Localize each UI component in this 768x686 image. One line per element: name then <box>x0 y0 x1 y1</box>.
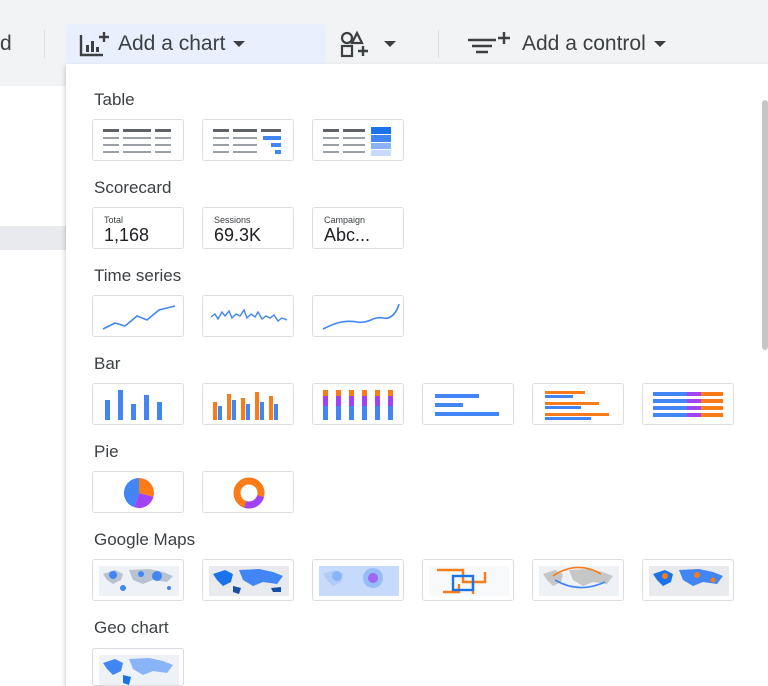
chart-option-time-series[interactable] <box>92 295 184 337</box>
section-geo-chart-title: Geo chart <box>94 618 169 637</box>
stacked-column-icon <box>323 390 393 420</box>
chart-option-sparkline[interactable] <box>202 295 294 337</box>
chart-option-bubble-map[interactable] <box>92 559 184 601</box>
line-map-icon <box>429 566 509 596</box>
connection-map-icon <box>539 566 619 596</box>
scorecard-value: Abc... <box>324 225 371 245</box>
section-bar-title: Bar <box>94 354 121 373</box>
canvas-edge <box>0 86 66 686</box>
table-icon <box>103 129 171 153</box>
chart-option-heatmap-map[interactable] <box>312 559 404 601</box>
filled-map-icon <box>209 566 289 596</box>
combo-map-icon <box>649 566 729 596</box>
grouped-bar-icon <box>545 391 609 420</box>
bubble-map-icon <box>99 566 179 596</box>
chart-option-filled-map[interactable] <box>202 559 294 601</box>
chart-option-line-map[interactable] <box>422 559 514 601</box>
chart-option-table-with-bars[interactable] <box>202 119 294 161</box>
section-scorecard-title: Scorecard <box>94 178 172 197</box>
menu-scrollbar[interactable] <box>762 100 768 350</box>
chart-option-column[interactable] <box>92 383 184 425</box>
canvas-strip <box>0 226 66 250</box>
bar-chart-icon <box>435 394 499 416</box>
partial-label: d <box>0 32 12 55</box>
section-pie-title: Pie <box>94 442 119 461</box>
grouped-column-icon <box>213 392 278 420</box>
toolbar-item-partial[interactable]: d <box>0 24 12 64</box>
chart-option-combo-map[interactable] <box>642 559 734 601</box>
chart-option-grouped-column[interactable] <box>202 383 294 425</box>
chart-option-scorecard-text[interactable]: Campaign Abc... <box>312 207 404 249</box>
chart-option-donut[interactable] <box>202 471 294 513</box>
chart-option-geo-chart[interactable] <box>92 648 184 686</box>
caret-down-icon <box>653 41 666 47</box>
chart-add-icon <box>79 32 109 57</box>
scorecard-label: Campaign <box>324 215 366 225</box>
chart-option-stacked-bar[interactable] <box>642 383 734 425</box>
section-table-title: Table <box>94 90 135 109</box>
chart-option-smoothed-line[interactable] <box>312 295 404 337</box>
table-bars-icon <box>213 129 281 154</box>
community-viz-icon <box>340 30 368 58</box>
pie-chart-icon <box>123 477 155 509</box>
add-chart-menu: Table Scorecard Total 1,168 Sessions 69.… <box>66 64 768 686</box>
section-time-series-title: Time series <box>94 266 182 285</box>
scorecard-value: 69.3K <box>214 225 262 245</box>
table-heatmap-icon <box>323 127 391 156</box>
time-series-icon <box>102 305 176 330</box>
toolbar-divider <box>44 30 45 58</box>
scorecard-label: Total <box>104 215 124 225</box>
smoothed-line-icon <box>322 303 400 330</box>
column-chart-icon <box>105 390 162 420</box>
chart-option-bar[interactable] <box>422 383 514 425</box>
donut-chart-icon <box>233 477 265 509</box>
chart-option-table[interactable] <box>92 119 184 161</box>
heatmap-map-icon <box>319 566 399 596</box>
caret-down-icon <box>233 41 246 47</box>
stacked-bar-icon <box>653 392 723 417</box>
scorecard-value: 1,168 <box>104 225 150 245</box>
chart-option-grouped-bar[interactable] <box>532 383 624 425</box>
chart-option-connection-map[interactable] <box>532 559 624 601</box>
add-chart-button[interactable]: Add a chart <box>66 24 326 64</box>
chart-option-scorecard-total[interactable]: Total 1,168 <box>92 207 184 249</box>
section-google-maps-title: Google Maps <box>94 530 196 549</box>
scorecard-label: Sessions <box>214 215 251 225</box>
control-add-icon <box>468 32 510 54</box>
caret-down-icon <box>384 41 396 47</box>
chart-option-pie[interactable] <box>92 471 184 513</box>
sparkline-icon <box>210 308 288 323</box>
geo-chart-icon <box>99 655 179 685</box>
add-control-label: Add a control <box>522 32 646 55</box>
add-chart-label: Add a chart <box>118 32 226 55</box>
add-control-button[interactable]: Add a control <box>466 24 666 64</box>
chart-option-scorecard-compact[interactable]: Sessions 69.3K <box>202 207 294 249</box>
chart-option-table-heatmap[interactable] <box>312 119 404 161</box>
toolbar-divider <box>438 30 439 58</box>
community-viz-button[interactable] <box>340 24 396 64</box>
chart-option-stacked-column[interactable] <box>312 383 404 425</box>
